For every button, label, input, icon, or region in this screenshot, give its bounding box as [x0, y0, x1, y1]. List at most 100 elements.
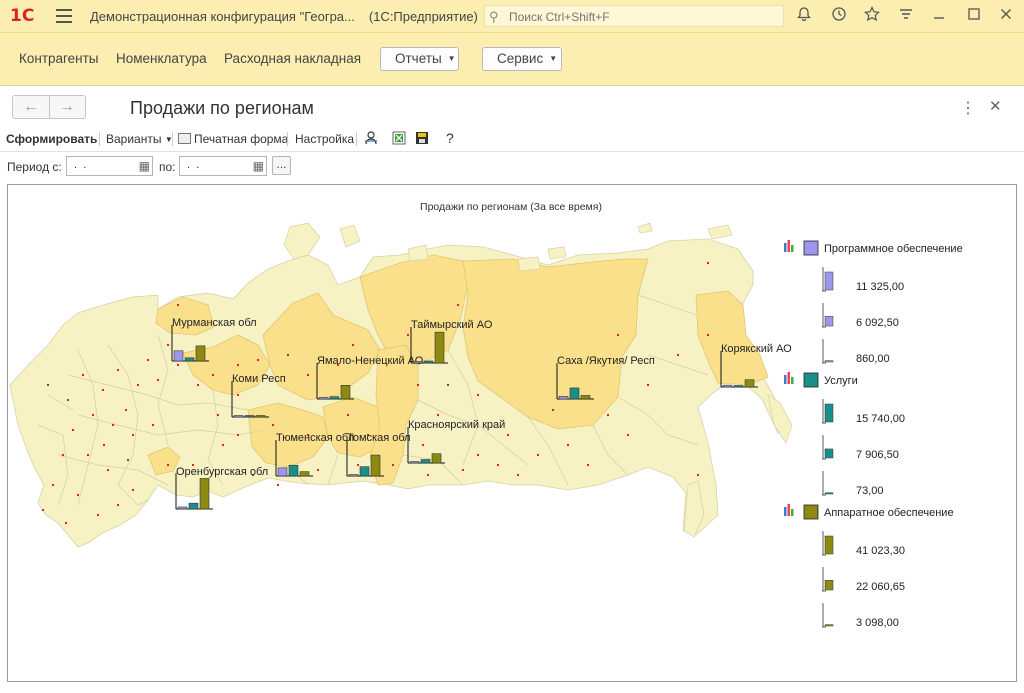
region-bar	[409, 461, 420, 464]
region-bar	[173, 350, 184, 362]
page-title: Продажи по регионам	[130, 98, 314, 118]
region-bar	[177, 506, 188, 510]
chart-icon	[784, 507, 787, 516]
nav-link-invoice[interactable]: Расходная накладная	[224, 51, 361, 66]
region-bar	[744, 379, 755, 388]
sections-panel: Контрагенты Номенклатура Расходная накла…	[0, 33, 1024, 86]
bell-icon[interactable]	[794, 6, 814, 26]
chart-icon	[784, 375, 787, 384]
variants-button[interactable]: Варианты ▼	[106, 132, 173, 146]
help-button[interactable]: ?	[446, 130, 454, 146]
city-dot	[111, 423, 115, 427]
city-dot	[236, 393, 240, 397]
city-dot	[551, 408, 555, 412]
city-dot	[116, 368, 120, 372]
region-bar	[277, 467, 288, 477]
nav-link-counterparties[interactable]: Контрагенты	[19, 51, 99, 66]
region-bar	[370, 454, 381, 477]
reports-menu-button[interactable]: Отчеты ▼	[380, 47, 459, 71]
city-dot	[606, 413, 610, 417]
region-bar	[434, 331, 445, 364]
period-from-input[interactable]	[71, 159, 131, 171]
period-from-field[interactable]: ▦	[66, 156, 153, 176]
city-dot	[506, 433, 510, 437]
region-bar	[569, 387, 580, 400]
region-bar	[340, 385, 351, 400]
more-actions-icon[interactable]: ⋮	[960, 98, 976, 118]
close-window-icon[interactable]	[996, 6, 1016, 26]
calendar-icon[interactable]: ▦	[139, 159, 150, 173]
city-dot	[676, 353, 680, 357]
legend-swatch	[803, 240, 819, 256]
region-label: Томская обл	[347, 432, 411, 444]
generate-button[interactable]: Сформировать	[6, 132, 97, 146]
city-dot	[116, 503, 120, 507]
back-arrow-icon[interactable]: ←	[13, 96, 50, 118]
search-icon: ⚲	[489, 9, 499, 24]
nav-link-nomenclature[interactable]: Номенклатура	[116, 51, 207, 66]
city-dot	[86, 453, 90, 457]
city-dot	[66, 398, 70, 402]
minimize-icon[interactable]	[929, 6, 949, 26]
excel-export-icon[interactable]	[392, 131, 406, 148]
region-label: Оренбургская обл	[176, 466, 268, 478]
period-row: Период с: ▦ по: ▦	[0, 155, 1024, 179]
legend-scale-value: 860,00	[856, 353, 890, 365]
divider	[99, 132, 100, 146]
period-to-input[interactable]	[184, 159, 244, 171]
maximize-icon[interactable]	[964, 6, 984, 26]
settings-button[interactable]: Настройка	[295, 132, 354, 146]
city-dot	[236, 363, 240, 367]
city-dot	[391, 463, 395, 467]
report-area[interactable]: Продажи по регионам (За все время) Мурма…	[7, 184, 1017, 682]
service-menu-button[interactable]: Сервис ▼	[482, 47, 562, 71]
period-to-field[interactable]: ▦	[179, 156, 267, 176]
city-dot	[96, 513, 100, 517]
city-dot	[461, 468, 465, 472]
chart-icon	[791, 245, 794, 252]
city-dot	[76, 493, 80, 497]
legend-scale-bar	[824, 316, 834, 327]
title-bar: 1С Демонстрационная конфигурация "Геогра…	[0, 0, 1024, 33]
city-dot	[271, 423, 275, 427]
legend-scale-bar	[824, 271, 834, 291]
legend-series: Аппаратное обеспечение 41 023,30 22 060,65…	[784, 504, 954, 629]
city-dot	[351, 343, 355, 347]
city-dot	[71, 428, 75, 432]
main-menu-icon[interactable]	[56, 9, 72, 23]
star-icon[interactable]	[862, 6, 882, 26]
region-bar	[580, 395, 591, 400]
command-bar: Сформировать Варианты ▼ Печатная форма Н…	[0, 128, 1024, 150]
forward-arrow-icon[interactable]: →	[49, 96, 85, 118]
app-logo: 1С	[10, 6, 35, 26]
legend-scale-bar	[824, 580, 834, 591]
region-bar	[420, 459, 431, 464]
city-dot	[316, 468, 320, 472]
legend-scale-bar	[824, 360, 834, 363]
city-dot	[436, 413, 440, 417]
city-dot	[196, 383, 200, 387]
close-form-icon[interactable]: ✕	[989, 97, 1002, 115]
city-dot	[286, 353, 290, 357]
region-label: Таймырский АО	[411, 319, 493, 331]
save-icon[interactable]	[415, 131, 429, 148]
region-bar	[733, 385, 744, 388]
global-search[interactable]: ⚲	[484, 5, 784, 27]
printer-icon	[178, 133, 191, 144]
city-dot	[586, 463, 590, 467]
legend-swatch	[803, 372, 819, 388]
city-dot	[696, 473, 700, 477]
calendar-icon[interactable]: ▦	[253, 159, 264, 173]
user-settings-icon[interactable]	[364, 130, 378, 149]
city-dot	[131, 433, 135, 437]
city-dot	[346, 413, 350, 417]
history-icon[interactable]	[829, 6, 849, 26]
region-label: Тюменская обл	[276, 432, 354, 444]
region-bar	[233, 415, 244, 418]
print-form-button[interactable]: Печатная форма	[178, 132, 288, 146]
settings-menu-icon[interactable]	[896, 6, 916, 26]
search-input[interactable]	[507, 8, 781, 26]
chart-icon	[791, 509, 794, 516]
divider	[287, 132, 288, 146]
period-select-button[interactable]: ...	[272, 156, 291, 175]
